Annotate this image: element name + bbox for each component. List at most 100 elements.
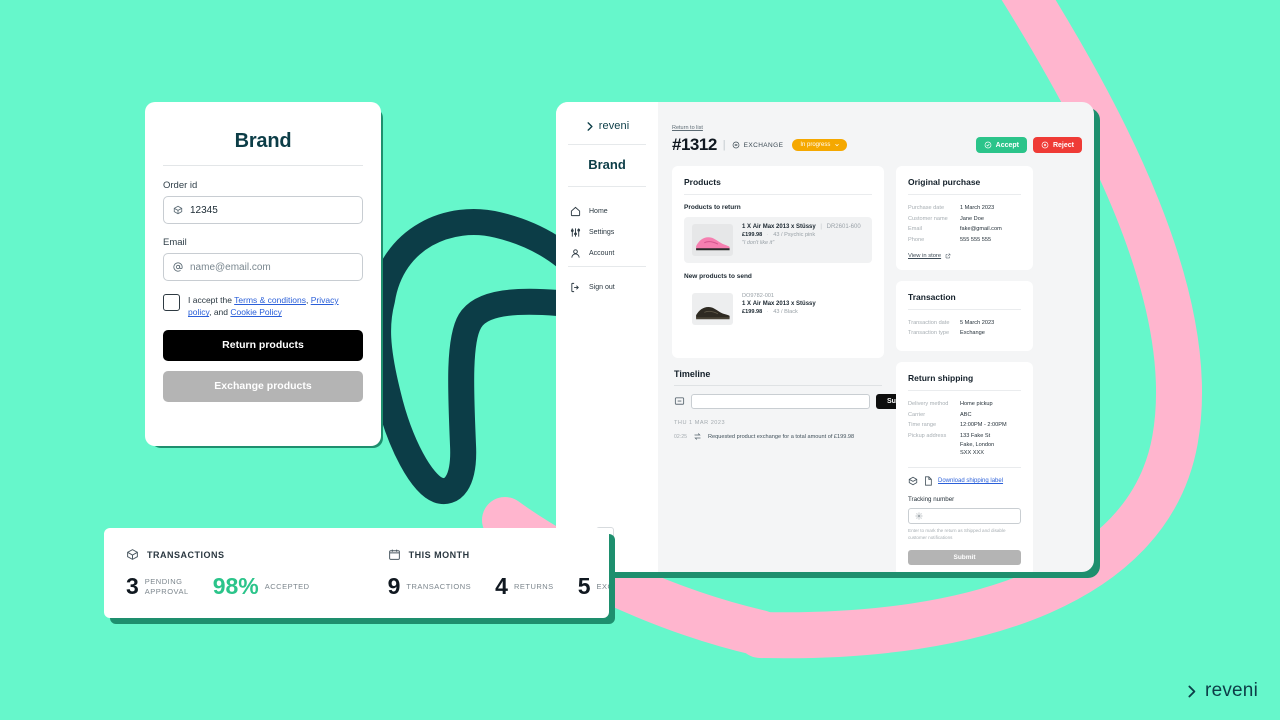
customer-name-key: Customer name <box>908 215 948 222</box>
carrier-key: Carrier <box>908 411 926 418</box>
metric-accepted-label: ACCEPTED <box>264 581 310 591</box>
at-icon <box>173 262 183 272</box>
phone-key: Phone <box>908 236 925 243</box>
pickup-address-key: Pickup address <box>908 432 947 439</box>
carrier-value: ABC <box>960 411 972 418</box>
terms-link[interactable]: Terms & conditions <box>234 295 306 305</box>
timeline-input[interactable] <box>691 394 870 409</box>
kv-row: Transaction type Exchange <box>908 329 1021 338</box>
consent-checkbox[interactable] <box>163 294 180 311</box>
stats-transactions-metrics: 3 PENDING APPROVAL 98% ACCEPTED <box>126 575 334 598</box>
products-card-title: Products <box>684 177 721 187</box>
reject-button[interactable]: Reject <box>1032 137 1082 153</box>
transaction-type-value: Exchange <box>960 330 985 337</box>
stats-card: TRANSACTIONS 3 PENDING APPROVAL 98% ACCE… <box>104 528 609 618</box>
kv-row: Purchase date 1 March 2023 <box>908 204 1021 213</box>
view-in-store-row[interactable]: View in store <box>908 253 1021 259</box>
download-label-row[interactable]: Download shipping label <box>908 476 1021 486</box>
product-send-name: Air Max 2013 x Stüssy <box>752 301 816 307</box>
metric-transactions-number: 9 <box>387 573 401 599</box>
return-shipping-submit-button[interactable]: Submit <box>908 549 1021 565</box>
sliders-icon <box>570 228 581 237</box>
sidebar-logo-text: reveni <box>598 120 630 132</box>
email-label: Email <box>163 237 187 248</box>
kv-row: Time range 12:00PM - 2:00PM <box>908 421 1021 430</box>
timeline-input-row: Submit <box>674 394 922 409</box>
exchange-icon <box>732 141 739 149</box>
stats-month-heading: THIS MONTH <box>408 549 470 560</box>
product-row-send[interactable]: DO9782-001 1 X Air Max 2013 x Stüssy £19… <box>684 286 872 332</box>
accept-button-label: Accept <box>995 141 1019 149</box>
download-shipping-label-link[interactable]: Download shipping label <box>938 478 1003 484</box>
transaction-date-value: 5 March 2023 <box>960 319 995 326</box>
black-sneaker-glyph <box>696 306 730 320</box>
metric-accepted-number: 98% <box>212 573 259 599</box>
stats-transactions-heading-row: TRANSACTIONS <box>126 548 334 561</box>
stats-group-transactions: TRANSACTIONS 3 PENDING APPROVAL 98% ACCE… <box>126 548 334 598</box>
order-id-value: 12345 <box>190 204 218 216</box>
consent-text: I accept the Terms & conditions, Privacy… <box>188 294 363 319</box>
package-icon <box>173 205 183 215</box>
check-circle-icon <box>984 141 991 149</box>
transaction-title: Transaction <box>908 291 956 302</box>
sidebar-item-settings[interactable]: Settings <box>568 222 646 243</box>
document-icon <box>925 476 932 486</box>
original-purchase-title: Original purchase <box>908 177 981 187</box>
cookie-link[interactable]: Cookie Policy <box>230 307 282 317</box>
products-to-return-heading: Products to return <box>684 204 741 211</box>
kv-row: Pickup address 133 Fake St Fake, London … <box>908 432 1021 458</box>
products-card: Products Products to return 1 X Air Max … <box>672 166 884 358</box>
sidebar-item-signout-label: Sign out <box>589 284 615 291</box>
sidebar-brand: Brand <box>588 157 626 172</box>
status-badge[interactable]: In progress <box>792 139 848 151</box>
purchase-date-value: 1 March 2023 <box>960 205 995 211</box>
return-shipping-title: Return shipping <box>908 372 974 383</box>
product-return-sep: | <box>820 224 822 230</box>
email-field[interactable]: name@email.com <box>163 253 363 281</box>
reject-button-label: Reject <box>1052 141 1074 149</box>
sidebar-item-home[interactable]: Home <box>568 201 646 222</box>
product-send-dot: · <box>766 309 769 315</box>
sidebar-item-signout[interactable]: Sign out <box>568 277 646 298</box>
sidebar-item-account[interactable]: Account <box>568 243 646 264</box>
order-actions: Accept Reject <box>975 137 1082 153</box>
products-to-send-heading: New products to send <box>684 273 752 280</box>
dashboard-columns: Products Products to return 1 X Air Max … <box>672 166 1082 572</box>
exchange-arrows-icon <box>694 433 701 440</box>
transaction-card: Transaction Transaction date 5 March 202… <box>896 280 1033 351</box>
close-circle-icon <box>1041 141 1049 149</box>
sidebar-logo: reveni <box>568 116 646 142</box>
return-shipping-rule <box>908 389 1021 391</box>
status-badge-label: In progress <box>800 142 831 148</box>
sign-out-icon <box>571 282 579 293</box>
metric-returns: 4 RETURNS <box>495 575 554 598</box>
product-send-variant: 43 / Black <box>773 309 798 315</box>
exchange-products-button[interactable]: Exchange products <box>163 370 363 402</box>
metric-transactions: 9 TRANSACTIONS <box>388 575 472 598</box>
order-id-field[interactable]: 12345 <box>163 196 363 224</box>
customer-name-value: Jane Doe <box>960 215 984 222</box>
return-to-list-link[interactable]: Return to list <box>672 125 703 131</box>
product-send-line1: 1 X Air Max 2013 x Stüssy <box>742 301 816 307</box>
pickup-address-value: 133 Fake St Fake, London SXX XXX <box>960 432 995 457</box>
user-icon <box>571 249 580 258</box>
gear-icon <box>915 512 923 520</box>
tracking-number-field[interactable] <box>908 507 1021 524</box>
purchase-date-key: Purchase date <box>908 205 945 211</box>
accept-button[interactable]: Accept <box>975 137 1027 153</box>
product-return-line2: £199.98 · 43 / Psychic pink <box>742 232 861 238</box>
order-type-label: EXCHANGE <box>743 141 784 149</box>
view-in-store-link[interactable]: View in store <box>908 253 941 259</box>
transaction-date-key: Transaction date <box>908 319 950 326</box>
dashboard-left-column: Products Products to return 1 X Air Max … <box>672 166 922 441</box>
order-number: #1312 <box>672 135 717 154</box>
consent-row: I accept the Terms & conditions, Privacy… <box>163 294 363 319</box>
product-send-price: £199.98 <box>742 309 763 315</box>
product-row-return[interactable]: 1 X Air Max 2013 x Stüssy | DR2601-600 £… <box>684 217 872 263</box>
order-type: EXCHANGE <box>732 141 784 149</box>
kv-row: Delivery method Home pickup <box>908 400 1021 409</box>
email-placeholder: name@email.com <box>190 261 271 273</box>
metric-exchanges: 5 EXCHANGES <box>578 575 609 598</box>
comment-icon <box>674 397 685 405</box>
return-products-button[interactable]: Return products <box>163 329 363 361</box>
